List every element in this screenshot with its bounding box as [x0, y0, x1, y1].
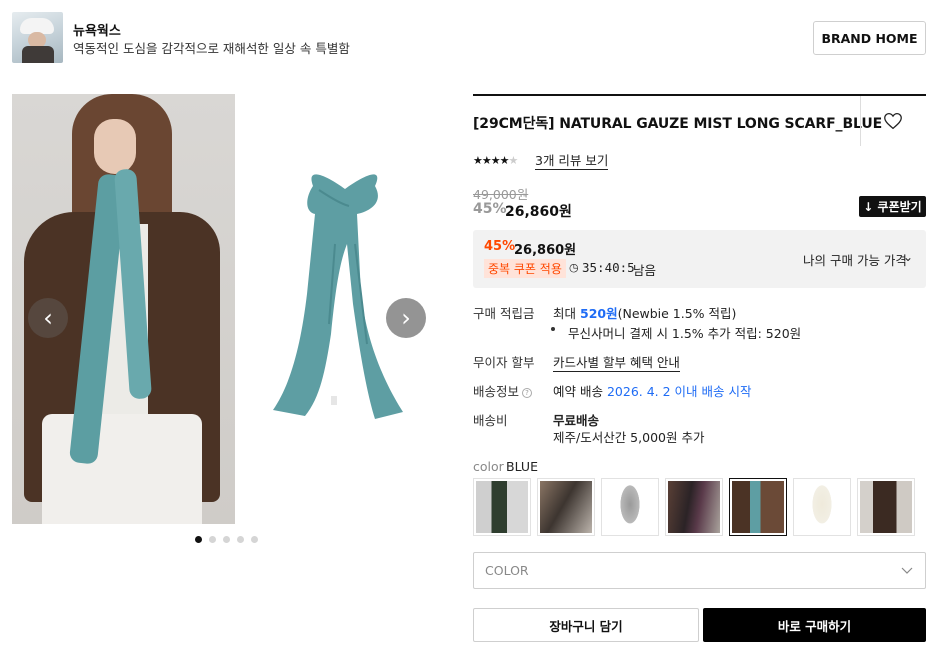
chevron-down-icon[interactable]: ⌄ — [903, 250, 913, 264]
discount-rate: 45% — [473, 201, 507, 217]
chevron-left-icon: ‹ — [43, 304, 53, 332]
clock-icon: ◷ — [569, 261, 579, 274]
color-option-value: BLUE — [506, 459, 538, 474]
delivery-value: 예약 배송 2026. 4. 2 이내 배송 시작 — [553, 381, 752, 400]
coupon-download-button[interactable]: ↓ 쿠폰받기 — [859, 196, 926, 217]
color-option-label: color — [473, 459, 504, 474]
points-value: 최대 520원(Newbie 1.5% 적립) — [553, 303, 736, 322]
points-prefix: 최대 — [553, 306, 577, 321]
brand-name[interactable]: 뉴욕웍스 — [73, 20, 121, 39]
delivery-prefix: 예약 배송 — [553, 384, 603, 399]
help-icon[interactable]: ? — [522, 388, 533, 398]
heart-icon — [884, 113, 902, 130]
half-star-icon: ★ — [499, 154, 510, 167]
pagination-dot[interactable] — [223, 536, 230, 543]
installment-label: 무이자 할부 — [473, 355, 535, 370]
best-price-box[interactable]: 45% 26,860원 중복 쿠폰 적용 ◷ 35:40:5 남음 나의 구매 … — [473, 230, 926, 288]
chevron-right-icon: › — [401, 304, 411, 332]
product-image-gallery[interactable]: ‹ › — [12, 94, 442, 524]
star-icon: ★ — [490, 154, 501, 167]
best-discount-rate: 45% — [484, 239, 516, 254]
gallery-next-button[interactable]: › — [386, 298, 426, 338]
countdown-timer: 35:40:5 — [582, 260, 635, 275]
brand-home-button[interactable]: BRAND HOME — [813, 21, 926, 55]
color-swatch[interactable] — [601, 478, 659, 536]
color-swatch[interactable] — [665, 478, 723, 536]
gallery-pagination — [195, 536, 258, 543]
color-select-placeholder: COLOR — [485, 563, 529, 578]
buy-now-button[interactable]: 바로 구매하기 — [703, 608, 926, 642]
gallery-prev-button[interactable]: ‹ — [28, 298, 68, 338]
shipping-fee-label: 배송비 — [473, 413, 508, 428]
brand-description: 역동적인 도심을 감각적으로 재해석한 일상 속 특별함 — [73, 41, 350, 56]
title-divider — [860, 96, 861, 146]
wishlist-button[interactable] — [882, 110, 904, 132]
product-title: [29CM단독] NATURAL GAUZE MIST LONG SCARF_B… — [473, 116, 883, 132]
my-price-toggle[interactable]: 나의 구매 가능 가격 — [803, 250, 907, 269]
delivery-label: 배송정보? — [473, 381, 533, 400]
add-to-cart-button[interactable]: 장바구니 담기 — [473, 608, 699, 642]
shipping-fee-extra: 제주/도서산간 5,000원 추가 — [553, 430, 705, 445]
best-price: 26,860원 — [514, 243, 577, 258]
points-label: 구매 적립금 — [473, 306, 535, 321]
coupon-badge: 중복 쿠폰 적용 — [484, 259, 566, 278]
remaining-label: 남음 — [633, 263, 657, 278]
pagination-dot[interactable] — [237, 536, 244, 543]
color-swatch-selected[interactable] — [729, 478, 787, 536]
sale-price: 26,860원 — [505, 204, 572, 220]
brand-logo[interactable] — [12, 12, 63, 63]
color-swatch-list — [473, 478, 915, 536]
bullet-icon — [551, 327, 555, 331]
color-select-dropdown[interactable]: COLOR — [473, 552, 926, 589]
chevron-down-icon — [901, 567, 913, 574]
review-link[interactable]: 3개 리뷰 보기 — [535, 153, 609, 170]
color-swatch[interactable] — [537, 478, 595, 536]
pagination-dot[interactable] — [195, 536, 202, 543]
rating-stars: ★★★★★ — [473, 154, 519, 167]
section-divider — [473, 94, 926, 96]
pagination-dot[interactable] — [251, 536, 258, 543]
star-empty-icon: ★ — [508, 154, 519, 167]
points-bullet-text: 무신사머니 결제 시 1.5% 추가 적립: 520원 — [568, 326, 802, 341]
pagination-dot[interactable] — [209, 536, 216, 543]
installment-link[interactable]: 카드사별 할부 혜택 안내 — [553, 352, 680, 372]
color-swatch[interactable] — [857, 478, 915, 536]
color-swatch[interactable] — [473, 478, 531, 536]
points-suffix: (Newbie 1.5% 적립) — [617, 306, 737, 321]
star-icon: ★ — [473, 154, 483, 167]
delivery-date: 2026. 4. 2 이내 배송 시작 — [606, 384, 752, 399]
star-icon: ★ — [481, 154, 492, 167]
color-swatch[interactable] — [793, 478, 851, 536]
points-amount: 520원 — [580, 306, 618, 321]
delivery-label-text: 배송정보 — [473, 384, 520, 399]
